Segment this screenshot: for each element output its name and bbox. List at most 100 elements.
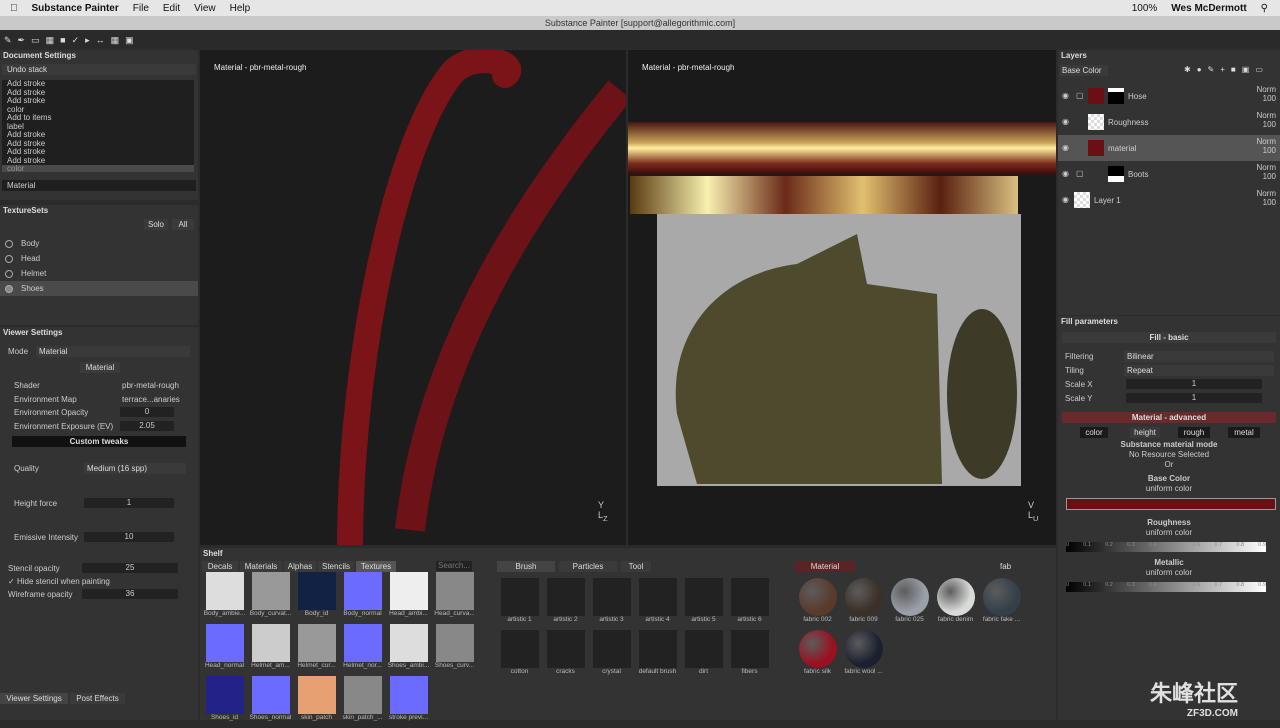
metallic-slider[interactable]: 0 0.1 0.2 0.3 0.4 0.5 0.6 0.7 0.8 0.9 [1066,582,1266,592]
radio-icon[interactable] [5,239,13,248]
channel-color[interactable]: color [1080,427,1108,438]
viewport-2d[interactable]: Material - pbr-metal-rough V LU [628,50,1056,545]
clone-icon[interactable]: ▸ [85,35,90,46]
eye-icon[interactable]: ◉ [1062,143,1069,152]
envmap-value[interactable]: terrace...anaries [122,395,180,404]
brush-item[interactable]: cotton [497,630,542,682]
texture-item[interactable]: Head_ambi... [386,572,431,624]
material-item[interactable]: fabric wool ... [841,630,886,682]
texture-item[interactable]: skin_patch_... [340,676,385,728]
filtering-select[interactable]: Bilinear [1124,351,1274,362]
brush-item[interactable]: artistic 4 [635,578,680,630]
menu-file[interactable]: File [133,3,149,14]
channel-height[interactable]: height [1130,427,1160,438]
eye-icon[interactable]: ◉ [1062,91,1069,100]
radio-icon[interactable] [5,269,13,278]
viewport-3d[interactable]: Material - pbr-metal-rough Y LZ [200,50,626,545]
texture-item[interactable]: Helmet_am... [248,624,293,676]
brush-item[interactable]: artistic 6 [727,578,772,630]
projection-icon[interactable]: ▦ [46,35,55,46]
add-layer-icon[interactable]: + [1220,65,1231,74]
radio-icon[interactable] [5,284,13,293]
brush-item[interactable]: fibers [727,630,772,682]
channel-metal[interactable]: metal [1228,427,1260,438]
scale-x-field[interactable]: 1 [1126,379,1262,389]
texture-item[interactable]: stroke previ... [386,676,431,728]
folder-icon[interactable]: ■ [1231,65,1242,74]
brush-layer-icon[interactable]: ✎ [1208,65,1221,74]
channel-select[interactable]: Base Color [1060,65,1108,76]
delete-icon[interactable]: ▭ [1255,65,1269,74]
eraser-icon[interactable]: ▭ [31,35,40,46]
textureset-shoes[interactable]: Shoes [0,281,198,296]
symmetry-icon[interactable]: ↔ [96,35,105,45]
add-mask-icon[interactable]: ✱ [1184,65,1197,74]
camera-icon[interactable]: ▣ [125,35,134,46]
search-icon[interactable]: ⚲ [1261,3,1268,14]
layer-hose[interactable]: ◉ ▢ Hose Norm 100 [1058,83,1280,109]
paint-icon[interactable]: ✎ [4,35,12,46]
radio-icon[interactable] [5,254,13,263]
texture-item[interactable]: Body_ambie... [202,572,247,624]
apple-icon[interactable]:  [10,3,18,14]
env-exposure-field[interactable]: 2.05 [120,421,174,431]
texture-item[interactable]: Body_id [294,572,339,624]
tab-alphas[interactable]: Alphas [284,561,316,572]
brush-item[interactable]: artistic 3 [589,578,634,630]
brush-item[interactable]: default brush [635,630,680,682]
texture-item[interactable]: Head_curva... [432,572,477,624]
picker-icon[interactable]: ✓ [72,35,80,46]
brush-item[interactable]: cracks [543,630,588,682]
texture-item[interactable]: Helmet_nor... [340,624,385,676]
material-item[interactable]: fabric fake ... [979,578,1024,630]
eye-icon[interactable]: ◉ [1062,195,1069,204]
texture-item[interactable]: Body_curvat... [248,572,293,624]
menu-help[interactable]: Help [230,3,251,14]
document-material-field[interactable]: Material [2,180,196,191]
material-item[interactable]: fabric denim [933,578,978,630]
texture-item[interactable]: Shoes_ambi... [386,624,431,676]
menu-edit[interactable]: Edit [163,3,180,14]
brush-item[interactable]: crystal [589,630,634,682]
mode-select[interactable]: Material [36,346,190,357]
texture-item[interactable]: Shoes_id [202,676,247,728]
tiling-select[interactable]: Repeat [1124,365,1274,376]
layer-1[interactable]: ◉ Layer 1 Norm 100 [1058,187,1280,213]
texture-item[interactable]: Shoes_normal [248,676,293,728]
tab-brush[interactable]: Brush [497,561,555,572]
tab-textures[interactable]: Textures [356,561,396,572]
emissive-field[interactable]: 10 [84,532,174,542]
undo-item[interactable]: Add stroke [2,156,194,166]
material-item[interactable]: fabric silk [795,630,840,682]
wireframe-field[interactable]: 36 [82,589,178,599]
texture-item[interactable]: Shoes_curv... [432,624,477,676]
undo-item[interactable]: color [2,164,194,172]
height-force-field[interactable]: 1 [84,498,174,508]
material-item[interactable]: fabric 025 [887,578,932,630]
custom-tweaks-button[interactable]: Custom tweaks [12,436,186,447]
texture-item[interactable]: Helmet_cur... [294,624,339,676]
menu-view[interactable]: View [194,3,216,14]
texture-item[interactable]: Body_normal [340,572,385,624]
brush-icon[interactable]: ✒ [18,35,26,46]
grid-icon[interactable]: ▦ [111,35,120,46]
undo-item[interactable]: Add to items [2,113,194,123]
brush-item[interactable]: artistic 2 [543,578,588,630]
all-button[interactable]: All [172,219,194,230]
base-color-swatch[interactable] [1066,498,1276,510]
user-name[interactable]: Wes McDermott [1171,3,1246,14]
layer-boots[interactable]: ◉ ▢ Boots Norm 100 [1058,161,1280,187]
eye-icon[interactable]: ◉ [1062,117,1069,126]
solo-button[interactable]: Solo [144,219,168,230]
tab-particles[interactable]: Particles [559,561,617,572]
textureset-body[interactable]: Body [0,236,198,251]
undo-stack-list[interactable]: Add stroke Add stroke Add stroke color A… [2,80,194,172]
texture-item[interactable]: Head_normal [202,624,247,676]
roughness-slider[interactable]: 0 0.1 0.2 0.3 0.4 0.5 0.6 0.7 0.8 0.9 [1066,542,1266,552]
tab-stencils[interactable]: Stencils [318,561,354,572]
quality-select[interactable]: Medium (16 spp) [84,463,186,474]
material-item[interactable]: fabric 002 [795,578,840,630]
textureset-head[interactable]: Head [0,251,198,266]
eye-icon[interactable]: ◉ [1062,169,1069,178]
tab-materials[interactable]: Materials [240,561,282,572]
